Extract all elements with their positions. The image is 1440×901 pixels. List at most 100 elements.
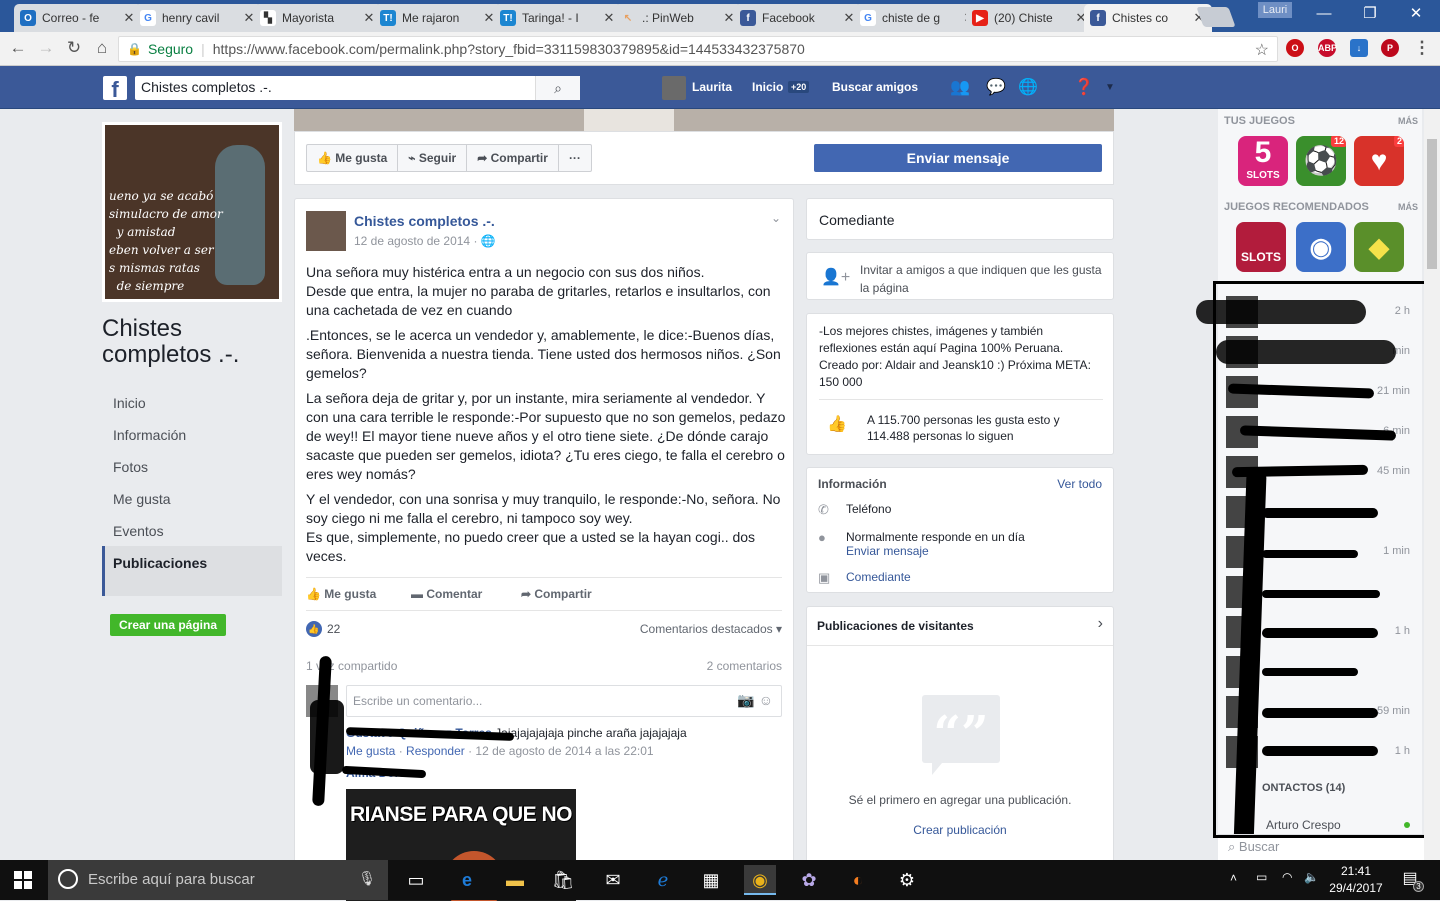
cover-photo[interactable] bbox=[294, 109, 1114, 131]
help-icon[interactable]: ❓ bbox=[1074, 78, 1094, 98]
globe-icon[interactable]: 🌐 bbox=[1018, 78, 1038, 98]
game-slots[interactable]: 5 SLOTS bbox=[1238, 136, 1288, 186]
create-page-button[interactable]: Crear una página bbox=[110, 614, 226, 636]
bookmark-star-icon[interactable]: ☆ bbox=[1255, 40, 1269, 60]
comment-button[interactable]: ▬ Comentar bbox=[411, 587, 482, 601]
game-candy[interactable]: ♥ 2 bbox=[1354, 136, 1404, 186]
camera-icon[interactable]: 📷 ☺ bbox=[737, 692, 773, 709]
battery-icon[interactable]: ▭ bbox=[1256, 870, 1267, 884]
browser-tab[interactable]: ▶ (20) Chiste ✕ bbox=[966, 4, 1094, 32]
store-icon[interactable]: 🛍 bbox=[547, 865, 579, 895]
like-reaction-icon[interactable]: 👍 bbox=[306, 621, 322, 637]
more-games-link[interactable]: MÁS bbox=[1398, 116, 1418, 126]
internet-explorer-icon[interactable]: ℯ bbox=[647, 865, 679, 895]
find-friends-link[interactable]: Buscar amigos bbox=[832, 80, 918, 94]
task-view-icon[interactable]: ▭ bbox=[400, 865, 432, 895]
wifi-icon[interactable]: ◠ bbox=[1282, 870, 1292, 884]
chevron-down-icon[interactable]: ⌄ bbox=[771, 211, 781, 225]
browser-tab-active[interactable]: f Chistes co ✕ bbox=[1084, 4, 1212, 32]
comment-count[interactable]: 2 comentarios bbox=[707, 659, 782, 673]
chrome-icon[interactable]: ◉ bbox=[744, 865, 776, 895]
browser-tab[interactable]: Ghenry cavil ✕ bbox=[134, 4, 262, 32]
pinterest-icon[interactable]: P bbox=[1381, 39, 1399, 57]
profile-link[interactable]: Laurita bbox=[692, 80, 732, 94]
menu-icon[interactable]: ⋮ bbox=[1412, 38, 1432, 58]
comment-like-link[interactable]: Me gusta bbox=[346, 744, 395, 758]
post-share-button[interactable]: ➦ Compartir bbox=[521, 587, 592, 601]
chevron-up-icon[interactable]: ˄ bbox=[1230, 871, 1237, 885]
firefox-icon[interactable]: ◐ bbox=[842, 865, 874, 895]
send-message-button[interactable]: Enviar mensaje bbox=[814, 144, 1102, 172]
download-icon[interactable]: ↓ bbox=[1350, 39, 1368, 57]
file-explorer-icon[interactable]: ▬ bbox=[499, 865, 531, 895]
avatar[interactable] bbox=[662, 76, 686, 100]
microphone-icon[interactable]: 🎙 bbox=[358, 870, 376, 887]
clock[interactable]: 21:41 29/4/2017 bbox=[1324, 863, 1388, 897]
new-tab-button[interactable] bbox=[1196, 7, 1236, 27]
volume-icon[interactable]: 🔈 bbox=[1304, 870, 1319, 884]
search-input[interactable]: Chistes completos .-. bbox=[135, 76, 580, 100]
nav-eventos[interactable]: Eventos bbox=[113, 523, 164, 539]
invite-friends[interactable]: 👤+ Invitar a amigos a que indiquen que l… bbox=[806, 252, 1114, 300]
friend-requests-icon[interactable]: 👥 bbox=[950, 78, 970, 98]
app-icon[interactable]: ✿ bbox=[793, 865, 825, 895]
game-bubble[interactable]: ◉ bbox=[1296, 222, 1346, 272]
more-button[interactable]: ··· bbox=[559, 145, 591, 171]
nav-fotos[interactable]: Fotos bbox=[113, 459, 148, 475]
messenger-icon[interactable]: 💬 bbox=[986, 78, 1006, 98]
mail-icon[interactable]: ✉ bbox=[597, 865, 629, 895]
comment-input[interactable]: Escribe un comentario... 📷 ☺ bbox=[346, 685, 782, 717]
follow-button[interactable]: ⌁ Seguir bbox=[398, 145, 468, 171]
app-icon[interactable]: ⚙ bbox=[891, 865, 923, 895]
browser-tab[interactable]: Gchiste de g✕ bbox=[854, 4, 982, 32]
scrollbar[interactable] bbox=[1424, 109, 1440, 860]
windows-start-icon[interactable] bbox=[14, 871, 32, 889]
forward-icon[interactable]: → bbox=[36, 38, 56, 58]
minimize-button[interactable]: — bbox=[1304, 4, 1344, 24]
game-geometry[interactable]: ◆ bbox=[1354, 222, 1404, 272]
see-all-link[interactable]: Ver todo bbox=[1057, 477, 1102, 491]
reply-link[interactable]: Responder bbox=[406, 744, 465, 758]
nav-publicaciones[interactable]: Publicaciones bbox=[102, 546, 282, 596]
browser-tab[interactable]: O Correo - fe ✕ bbox=[14, 4, 142, 32]
page-title[interactable]: Chistes completos .-. bbox=[102, 316, 292, 368]
like-count[interactable]: 22 bbox=[327, 622, 340, 636]
post-like-button[interactable]: 👍 Me gusta bbox=[306, 587, 376, 601]
taskbar-search-input[interactable]: Escribe aquí para buscar 🎙 bbox=[48, 860, 388, 900]
home-link[interactable]: Inicio bbox=[752, 80, 783, 94]
search-icon[interactable]: ⌕ bbox=[535, 76, 580, 100]
notification-icon[interactable]: ▤ 3 bbox=[1396, 868, 1424, 892]
browser-tab[interactable]: ▚ Mayorista ✕ bbox=[254, 4, 382, 32]
game-vegas-slots[interactable]: SLOTS bbox=[1236, 222, 1286, 272]
featured-comments-dropdown[interactable]: Comentarios destacados ▾ bbox=[640, 622, 782, 636]
nav-informacion[interactable]: Información bbox=[113, 427, 186, 443]
browser-tab[interactable]: T! Me rajaron ✕ bbox=[374, 4, 502, 32]
post-date[interactable]: 12 de agosto de 2014 · 🌐 bbox=[354, 234, 496, 248]
facebook-logo-icon[interactable]: f bbox=[103, 76, 127, 102]
category-link[interactable]: Comediante bbox=[846, 570, 911, 584]
browser-tab[interactable]: T! Taringa! - I ✕ bbox=[494, 4, 622, 32]
game-soccer[interactable]: ⚽ 12 bbox=[1296, 136, 1346, 186]
browser-tab[interactable]: ↖.: PinWeb ✕ bbox=[614, 4, 742, 32]
close-window-button[interactable]: ✕ bbox=[1396, 4, 1436, 24]
calculator-icon[interactable]: ▦ bbox=[695, 865, 727, 895]
address-bar[interactable]: 🔒 Seguro | https://www.facebook.com/perm… bbox=[118, 36, 1278, 62]
chevron-down-icon[interactable]: ▼ bbox=[1100, 78, 1120, 98]
category-box[interactable]: Comediante bbox=[806, 198, 1114, 240]
opera-icon[interactable]: O bbox=[1286, 39, 1304, 57]
page-like-button[interactable]: 👍 Me gusta bbox=[307, 145, 399, 171]
page-profile-picture[interactable]: ueno ya se acabó simulacro de amor y ami… bbox=[102, 122, 282, 302]
reload-icon[interactable]: ↻ bbox=[64, 38, 84, 58]
page-likes[interactable]: A 115.700 personas les gusta esto y 114.… bbox=[867, 412, 1097, 444]
post-author[interactable]: Chistes completos .-. bbox=[354, 213, 495, 229]
adblock-icon[interactable]: ABP bbox=[1318, 39, 1337, 57]
profile-button[interactable]: Lauri bbox=[1258, 2, 1292, 18]
chevron-right-icon[interactable]: › bbox=[1098, 615, 1103, 633]
more-games-link[interactable]: MÁS bbox=[1398, 202, 1418, 212]
create-post-link[interactable]: Crear publicación bbox=[807, 823, 1113, 837]
back-icon[interactable]: ← bbox=[8, 38, 28, 58]
nav-me-gusta[interactable]: Me gusta bbox=[113, 491, 171, 507]
nav-inicio[interactable]: Inicio bbox=[113, 395, 146, 411]
home-icon[interactable]: ⌂ bbox=[92, 38, 112, 58]
browser-tab[interactable]: f Facebook ✕ bbox=[734, 4, 862, 32]
